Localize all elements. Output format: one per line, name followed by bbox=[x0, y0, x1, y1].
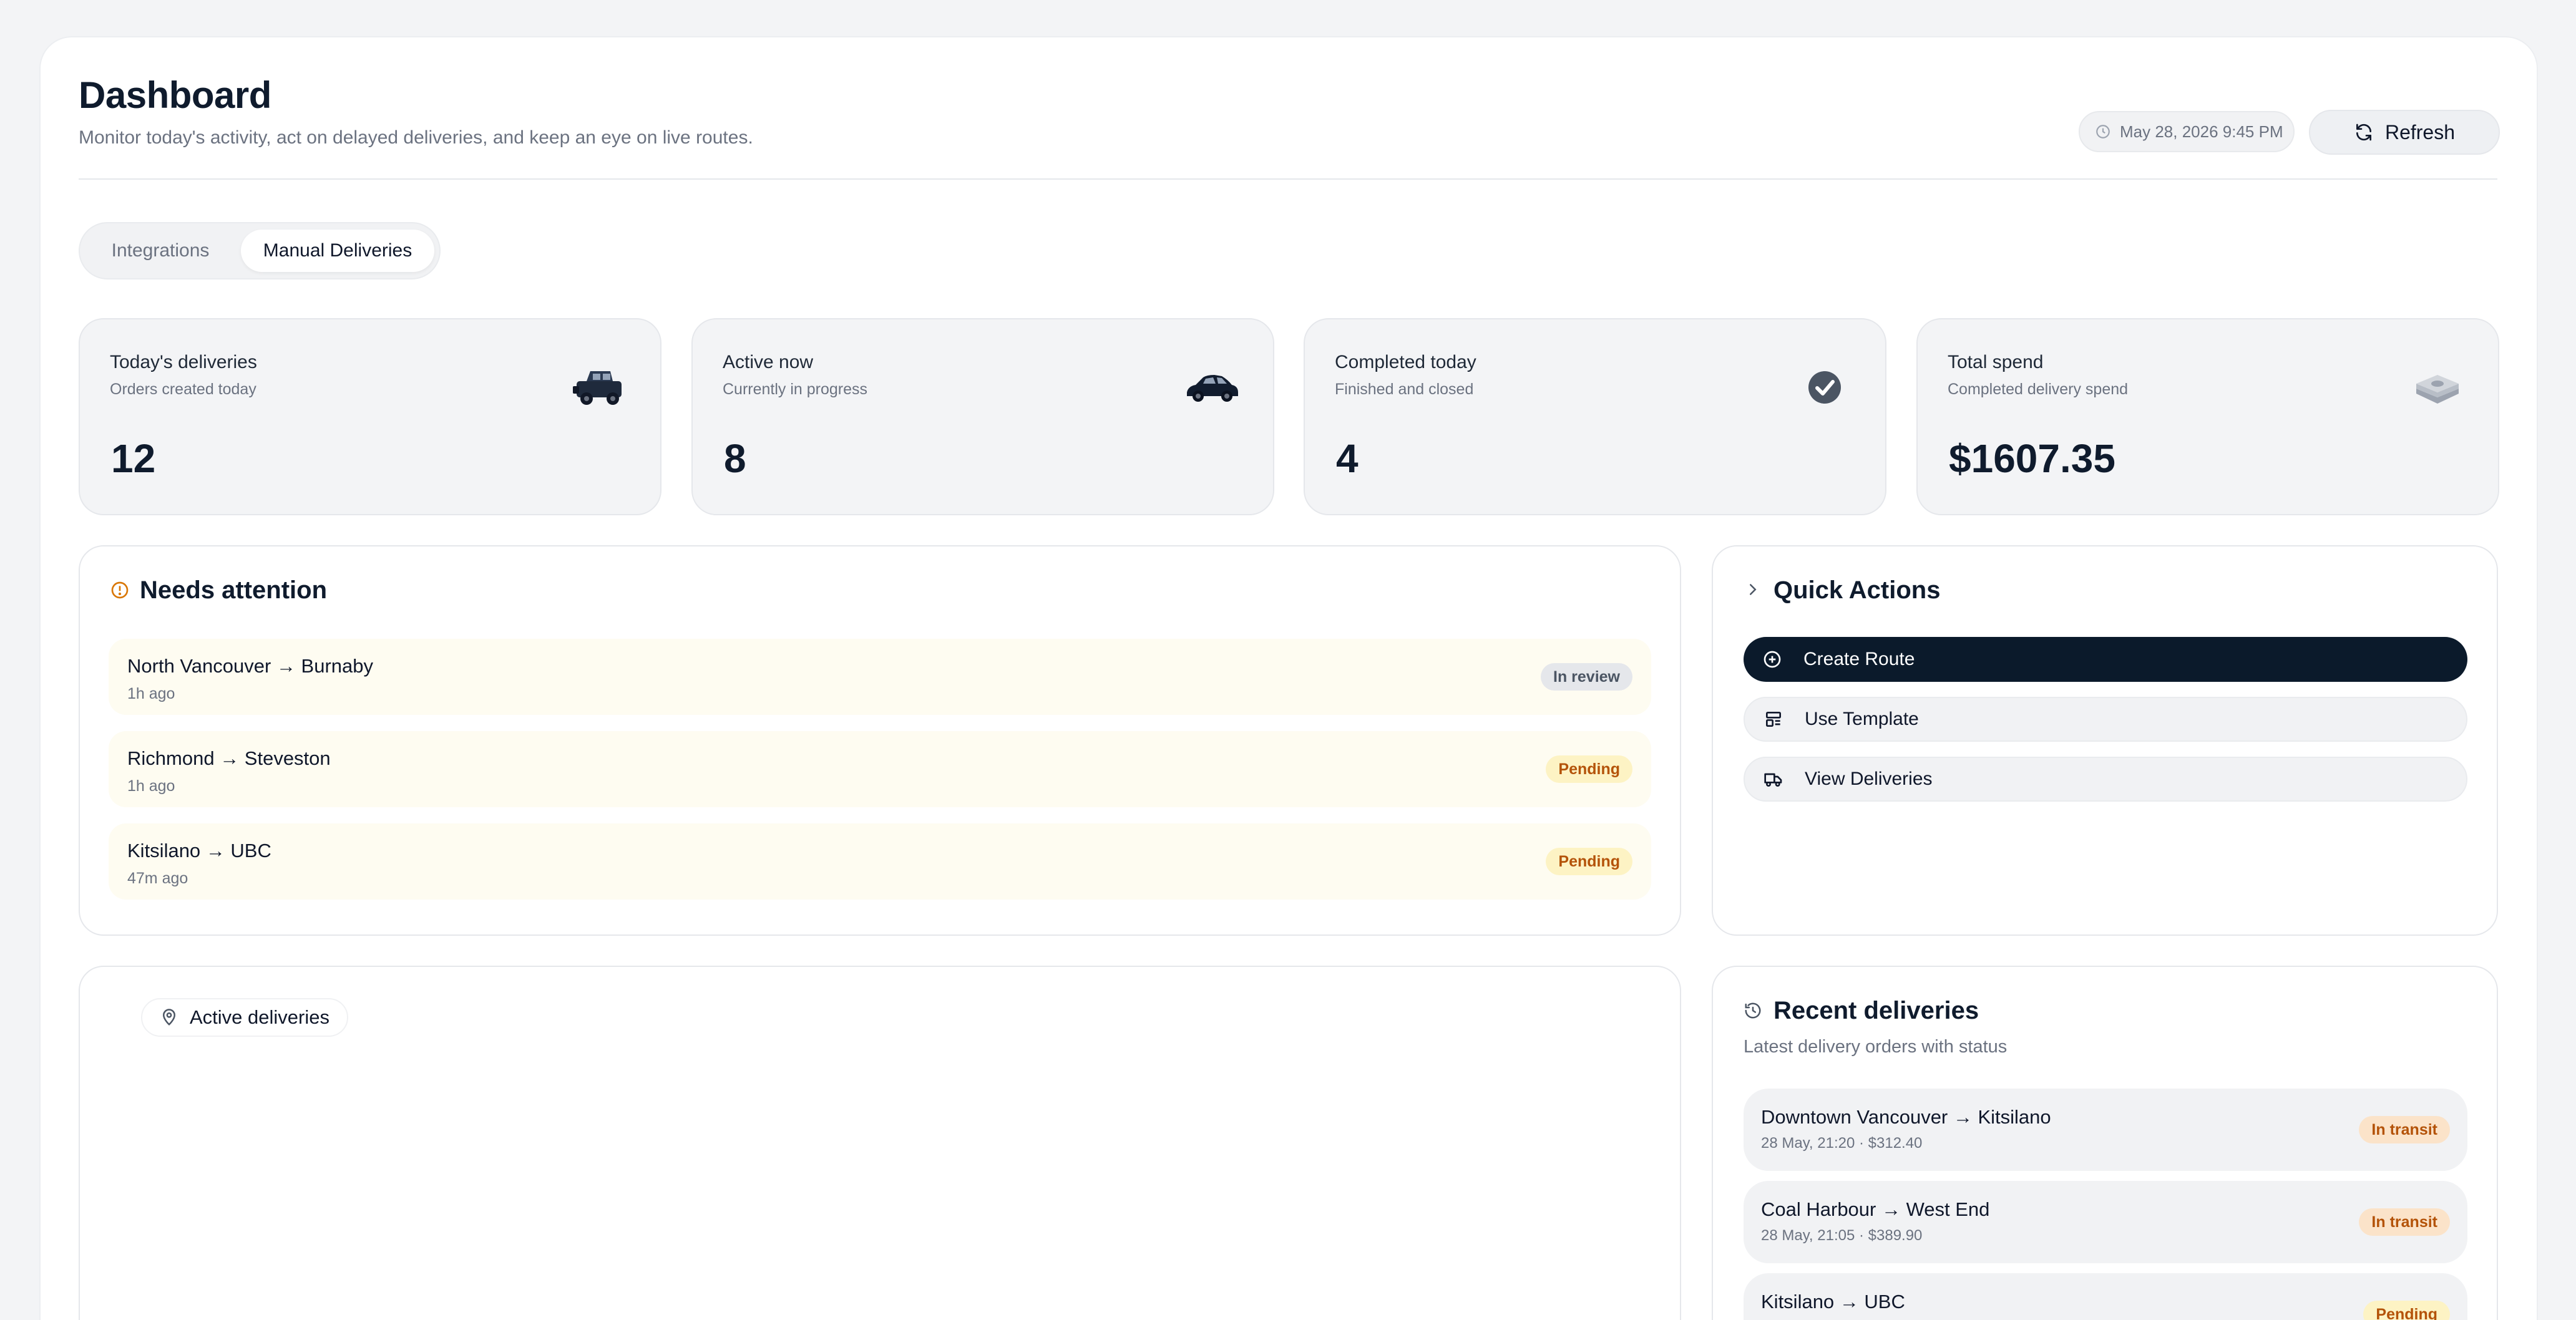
tab-manual-deliveries[interactable]: Manual Deliveries bbox=[241, 230, 434, 272]
tab-integrations[interactable]: Integrations bbox=[89, 230, 232, 272]
stat-value: 4 bbox=[1336, 436, 1359, 481]
quick-actions-title: Quick Actions bbox=[1773, 576, 1941, 604]
stat-card-completed-today: Completed today Finished and closed 4 bbox=[1304, 318, 1886, 515]
attention-age: 1h ago bbox=[127, 685, 175, 702]
check-circle-icon bbox=[1797, 359, 1853, 415]
recent-delivery-row[interactable]: Coal Harbour → West End 28 May, 21:05 · … bbox=[1744, 1181, 2467, 1263]
stat-card-total-spend: Total spend Completed delivery spend $16… bbox=[1916, 318, 2499, 515]
stat-sublabel: Completed delivery spend bbox=[1948, 381, 2129, 398]
tab-bar: Integrations Manual Deliveries bbox=[79, 222, 441, 279]
header-divider bbox=[79, 178, 2497, 180]
jeep-icon bbox=[572, 359, 628, 415]
recent-route: Kitsilano → UBC bbox=[1761, 1291, 1905, 1313]
attention-age: 1h ago bbox=[127, 777, 175, 795]
create-route-button[interactable]: Create Route bbox=[1744, 637, 2467, 682]
attention-route: Kitsilano → UBC bbox=[127, 840, 271, 861]
attention-route: Richmond → Steveston bbox=[127, 747, 331, 769]
clock-icon bbox=[2095, 124, 2111, 140]
car-icon bbox=[1184, 359, 1241, 415]
active-deliveries-label: Active deliveries bbox=[190, 1006, 329, 1028]
status-badge: Pending bbox=[1546, 755, 1632, 783]
stat-label: Active now bbox=[723, 352, 814, 372]
attention-row[interactable]: North Vancouver → Burnaby 1h ago In revi… bbox=[109, 639, 1651, 715]
stat-label: Total spend bbox=[1948, 352, 2044, 372]
history-icon bbox=[1744, 1001, 1762, 1020]
attention-route: North Vancouver → Burnaby bbox=[127, 655, 374, 677]
status-badge: In transit bbox=[2359, 1208, 2450, 1236]
needs-attention-title: Needs attention bbox=[140, 576, 328, 604]
cash-stack-icon bbox=[2409, 359, 2466, 415]
recent-deliveries-subtitle: Latest delivery orders with status bbox=[1744, 1037, 2008, 1057]
stat-sublabel: Orders created today bbox=[110, 381, 256, 398]
attention-age: 47m ago bbox=[127, 870, 188, 887]
recent-delivery-row[interactable]: Kitsilano → UBC Pending bbox=[1744, 1273, 2467, 1320]
timestamp-text: May 28, 2026 9:45 PM bbox=[2120, 122, 2283, 141]
refresh-button[interactable]: Refresh bbox=[2309, 110, 2500, 155]
stat-label: Today's deliveries bbox=[110, 352, 257, 372]
stat-sublabel: Currently in progress bbox=[723, 381, 868, 398]
stat-label: Completed today bbox=[1335, 352, 1476, 372]
refresh-label: Refresh bbox=[2384, 120, 2456, 143]
map-pin-icon bbox=[160, 1008, 178, 1027]
truck-icon bbox=[1764, 769, 1783, 789]
template-icon bbox=[1764, 709, 1783, 729]
view-deliveries-button[interactable]: View Deliveries bbox=[1744, 757, 2467, 802]
recent-delivery-row[interactable]: Downtown Vancouver → Kitsilano 28 May, 2… bbox=[1744, 1089, 2467, 1171]
stat-card-active-now: Active now Currently in progress 8 bbox=[691, 318, 1274, 515]
stat-sublabel: Finished and closed bbox=[1335, 381, 1474, 398]
active-deliveries-chip[interactable]: Active deliveries bbox=[141, 998, 348, 1037]
recent-route: Downtown Vancouver → Kitsilano bbox=[1761, 1106, 2051, 1128]
attention-row[interactable]: Kitsilano → UBC 47m ago Pending bbox=[109, 823, 1651, 900]
recent-deliveries-title: Recent deliveries bbox=[1773, 997, 1979, 1024]
stat-value: 8 bbox=[724, 436, 746, 481]
recent-meta: 28 May, 21:05 · $389.90 bbox=[1761, 1227, 1923, 1244]
stat-value: $1607.35 bbox=[1949, 436, 2115, 481]
view-deliveries-label: View Deliveries bbox=[1805, 769, 1933, 789]
status-badge: Pending bbox=[2363, 1301, 2450, 1320]
stat-card-todays-deliveries: Today's deliveries Orders created today … bbox=[79, 318, 661, 515]
page-subtitle: Monitor today's activity, act on delayed… bbox=[79, 127, 753, 148]
refresh-icon bbox=[2354, 122, 2374, 142]
recent-route: Coal Harbour → West End bbox=[1761, 1198, 1990, 1220]
plus-circle-icon bbox=[1762, 649, 1782, 669]
status-badge: In review bbox=[1541, 663, 1632, 691]
status-badge: In transit bbox=[2359, 1116, 2450, 1143]
stat-value: 12 bbox=[111, 436, 156, 481]
status-badge: Pending bbox=[1546, 848, 1632, 875]
chevron-right-icon[interactable] bbox=[1744, 580, 1762, 599]
use-template-button[interactable]: Use Template bbox=[1744, 697, 2467, 742]
use-template-label: Use Template bbox=[1805, 709, 1919, 729]
timestamp-chip: May 28, 2026 9:45 PM bbox=[2079, 111, 2295, 152]
attention-row[interactable]: Richmond → Steveston 1h ago Pending bbox=[109, 731, 1651, 807]
page-title: Dashboard bbox=[79, 74, 271, 116]
alert-circle-icon bbox=[110, 580, 130, 600]
create-route-label: Create Route bbox=[1803, 649, 1915, 669]
recent-meta: 28 May, 21:20 · $312.40 bbox=[1761, 1135, 1923, 1152]
